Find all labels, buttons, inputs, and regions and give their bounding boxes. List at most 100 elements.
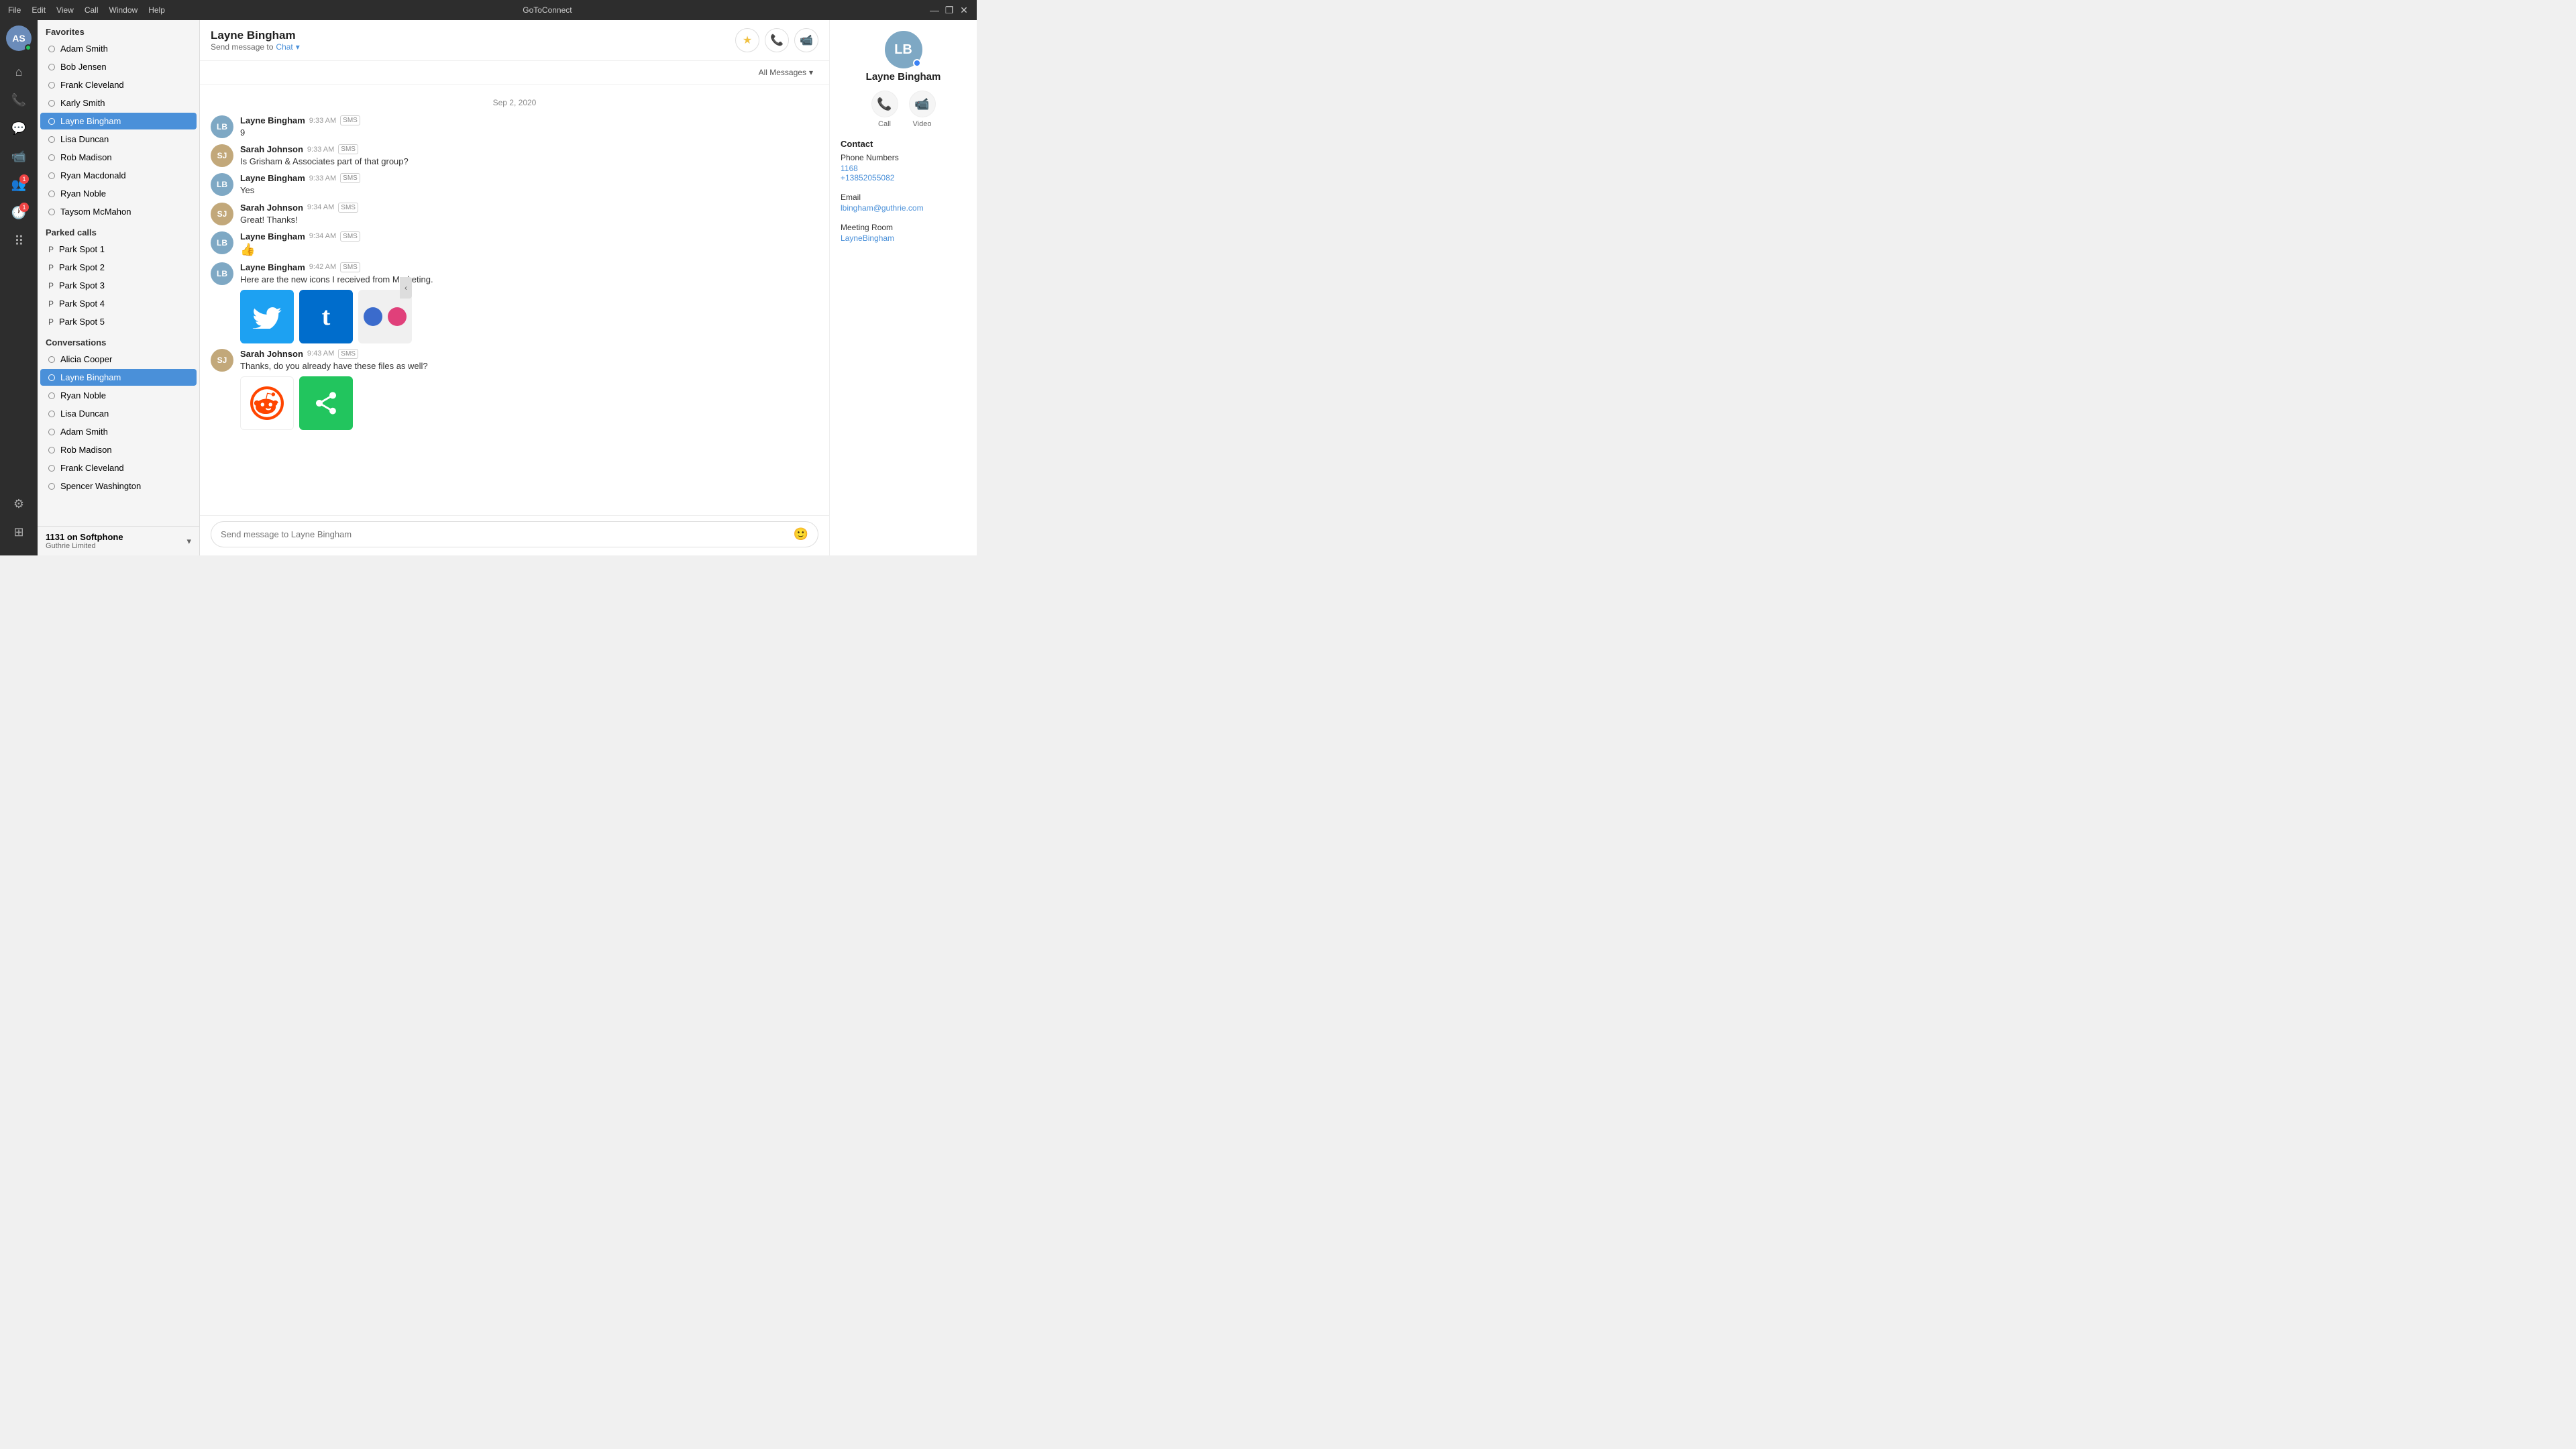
maximize-button[interactable]: ❐ [945, 5, 954, 15]
sidebar-dialpad-btn[interactable]: ⠿ [6, 228, 32, 254]
park-name: Park Spot 1 [59, 244, 105, 254]
message-sender: Layne Bingham [240, 231, 305, 241]
menu-view[interactable]: View [56, 5, 74, 15]
menu-bar[interactable]: File Edit View Call Window Help [8, 5, 165, 15]
chevron-down-icon[interactable]: ▾ [186, 536, 191, 547]
favorite-adam-smith[interactable]: Adam Smith [40, 40, 197, 57]
avatar: LB [211, 115, 233, 138]
status-indicator [48, 172, 55, 179]
sidebar-home-btn[interactable]: ⌂ [6, 59, 32, 85]
favorite-bob-jensen[interactable]: Bob Jensen [40, 58, 197, 75]
message-meta: Layne Bingham 9:33 AM SMS [240, 173, 818, 183]
menu-call[interactable]: Call [85, 5, 99, 15]
avatar-initials: SJ [217, 151, 227, 160]
message-content: Layne Bingham 9:33 AM SMS Yes [240, 173, 818, 197]
message-images: t [240, 290, 818, 343]
email-label: Email [841, 193, 966, 202]
message-input[interactable] [221, 529, 788, 539]
sidebar-phone-btn[interactable]: 📞 [6, 87, 32, 113]
dialpad-icon: ⠿ [14, 233, 23, 250]
message-row: LB Layne Bingham 9:34 AM SMS 👍 [211, 231, 818, 257]
favorite-frank-cleveland[interactable]: Frank Cleveland [40, 76, 197, 93]
conv-rob-madison[interactable]: Rob Madison [40, 441, 197, 458]
video-action[interactable]: 📹 Video [909, 91, 936, 128]
user-avatar[interactable]: AS [6, 25, 32, 51]
close-button[interactable]: ✕ [959, 5, 969, 15]
contact-name: Frank Cleveland [60, 463, 124, 473]
contact-name: Bob Jensen [60, 62, 107, 72]
favorite-taysom-mcmahon[interactable]: Taysom McMahon [40, 203, 197, 220]
sidebar-chat-btn[interactable]: 💬 [6, 115, 32, 141]
park-spot-1[interactable]: P Park Spot 1 [40, 241, 197, 258]
call-button[interactable]: 📞 [765, 28, 789, 52]
message-meta: Layne Bingham 9:33 AM SMS [240, 115, 818, 125]
conv-alicia-cooper[interactable]: Alicia Cooper [40, 351, 197, 368]
avatar-initials: LB [217, 269, 227, 278]
sidebar-video-btn[interactable]: 📹 [6, 144, 32, 169]
phone-icon: 📞 [770, 34, 784, 47]
messages-area: Sep 2, 2020 LB Layne Bingham 9:33 AM SMS… [200, 85, 829, 515]
minimize-button[interactable]: — [930, 5, 939, 15]
avatar: LB [211, 262, 233, 285]
conv-ryan-noble[interactable]: Ryan Noble [40, 387, 197, 404]
conv-adam-smith[interactable]: Adam Smith [40, 423, 197, 440]
park-spot-2[interactable]: P Park Spot 2 [40, 259, 197, 276]
apps-grid-icon: ⊞ [13, 525, 23, 539]
contact-section: Contact Phone Numbers 1168 +13852055082 … [841, 139, 966, 243]
emoji-button[interactable]: 🙂 [794, 527, 808, 541]
sidebar-recents-btn[interactable]: 🕐 1 [6, 200, 32, 225]
favorite-karly-smith[interactable]: Karly Smith [40, 95, 197, 111]
message-sender: Sarah Johnson [240, 203, 303, 213]
window-controls[interactable]: — ❐ ✕ [930, 5, 969, 15]
date-divider: Sep 2, 2020 [211, 98, 818, 107]
park-spot-4[interactable]: P Park Spot 4 [40, 295, 197, 312]
phone-number-1[interactable]: 1168 [841, 164, 966, 173]
park-spot-3[interactable]: P Park Spot 3 [40, 277, 197, 294]
conv-layne-bingham[interactable]: Layne Bingham [40, 369, 197, 386]
all-messages-filter-button[interactable]: All Messages ▾ [753, 65, 818, 80]
avatar-initials: SJ [217, 209, 227, 219]
message-text: Great! Thanks! [240, 214, 818, 226]
contact-details-panel: LB Layne Bingham 📞 Call 📹 Video Contact … [829, 20, 977, 555]
favorite-ryan-macdonald[interactable]: Ryan Macdonald [40, 167, 197, 184]
phone-number-2[interactable]: +13852055082 [841, 173, 966, 182]
channel-selector-button[interactable]: Chat ▾ [276, 42, 299, 52]
favorite-layne-bingham[interactable]: Layne Bingham [40, 113, 197, 129]
status-indicator [48, 411, 55, 417]
chevron-left-icon: ‹ [405, 283, 407, 292]
sidebar-contacts-btn[interactable]: 👥 1 [6, 172, 32, 197]
email-value[interactable]: lbingham@guthrie.com [841, 203, 966, 213]
sidebar-settings-btn[interactable]: ⚙ [6, 491, 32, 517]
favorite-button[interactable]: ★ [735, 28, 759, 52]
favorite-lisa-duncan[interactable]: Lisa Duncan [40, 131, 197, 148]
meeting-room-value[interactable]: LayneBingham [841, 233, 966, 243]
app-container: AS ⌂ 📞 💬 📹 👥 1 🕐 1 ⠿ ⚙ [0, 20, 977, 555]
menu-help[interactable]: Help [148, 5, 165, 15]
sms-badge: SMS [340, 262, 360, 272]
video-button[interactable]: 📹 [909, 91, 936, 117]
call-button[interactable]: 📞 [871, 91, 898, 117]
menu-window[interactable]: Window [109, 5, 138, 15]
filter-label: All Messages [759, 68, 806, 77]
blue-dot [364, 307, 382, 326]
park-name: Park Spot 4 [59, 299, 105, 309]
message-input-wrapper: 🙂 [211, 521, 818, 547]
menu-file[interactable]: File [8, 5, 21, 15]
contact-name: Lisa Duncan [60, 409, 109, 419]
message-text: 9 [240, 127, 818, 139]
message-content: Layne Bingham 9:42 AM SMS Here are the n… [240, 262, 818, 343]
footer-info: 1131 on Softphone Guthrie Limited [46, 532, 123, 550]
conv-lisa-duncan[interactable]: Lisa Duncan [40, 405, 197, 422]
favorite-ryan-noble[interactable]: Ryan Noble [40, 185, 197, 202]
favorite-rob-madison[interactable]: Rob Madison [40, 149, 197, 166]
contact-name: Alicia Cooper [60, 354, 112, 364]
menu-edit[interactable]: Edit [32, 5, 46, 15]
conv-spencer-washington[interactable]: Spencer Washington [40, 478, 197, 494]
message-row: LB Layne Bingham 9:42 AM SMS Here are th… [211, 262, 818, 343]
call-action[interactable]: 📞 Call [871, 91, 898, 128]
conv-frank-cleveland[interactable]: Frank Cleveland [40, 460, 197, 476]
video-button[interactable]: 📹 [794, 28, 818, 52]
park-spot-5[interactable]: P Park Spot 5 [40, 313, 197, 330]
collapse-panel-button[interactable]: ‹ [400, 277, 412, 299]
sidebar-apps-btn[interactable]: ⊞ [6, 519, 32, 545]
